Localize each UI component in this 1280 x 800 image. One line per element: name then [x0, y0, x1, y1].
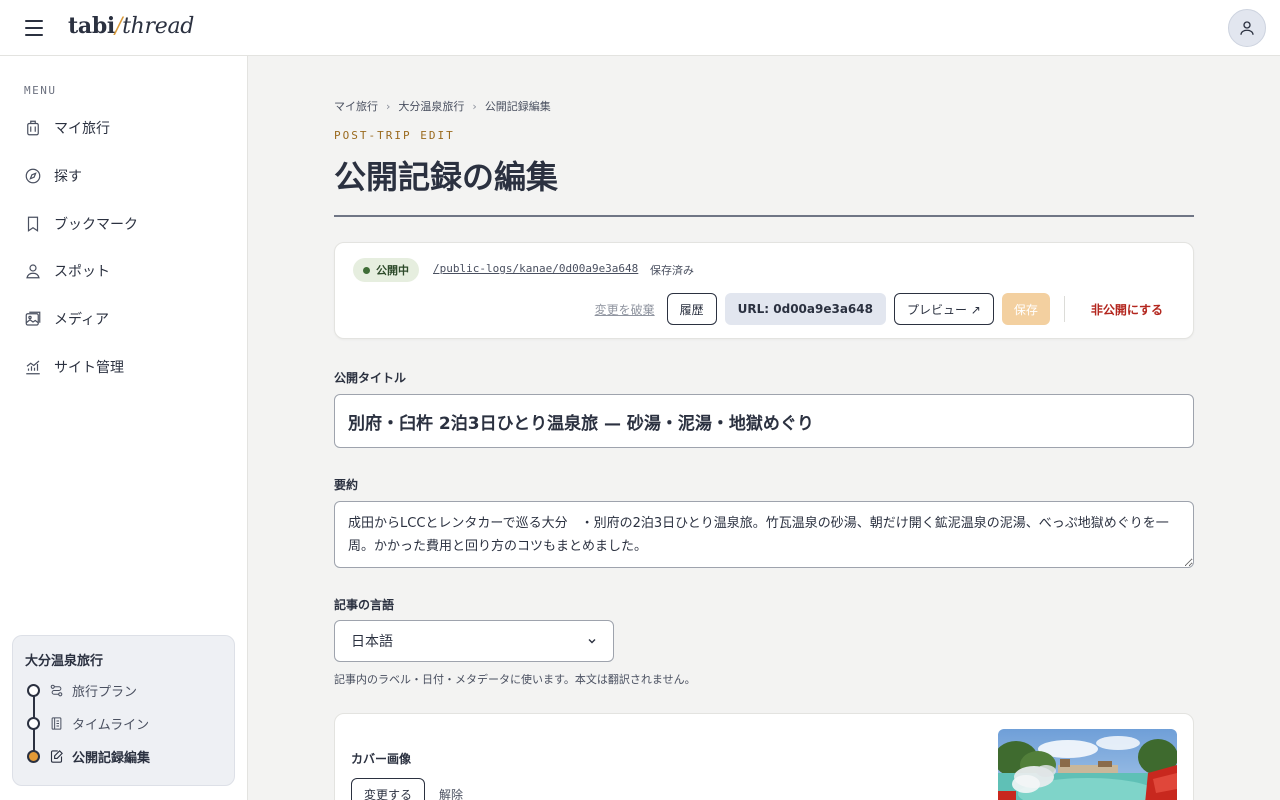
language-select-value: 日本語 [351, 634, 393, 650]
trip-step-timeline[interactable]: タイムライン [27, 713, 149, 733]
save-button[interactable]: 保存 [1001, 293, 1050, 325]
language-select[interactable]: 日本語 [334, 620, 614, 662]
top-bar: tabi/thread [0, 0, 1280, 56]
status-badge-label: 公開中 [376, 264, 409, 277]
cover-image-thumbnail[interactable] [998, 729, 1177, 800]
bookmark-icon [27, 216, 39, 232]
images-icon [25, 311, 41, 326]
change-cover-button[interactable]: 変更する [351, 778, 426, 800]
saved-state: 保存済み [650, 264, 694, 277]
trip-step-label: タイムライン [72, 717, 150, 733]
cover-image-label: カバー画像 [351, 752, 412, 766]
public-url-link[interactable]: /public-logs/kanae/0d00a9e3a648 [433, 262, 638, 275]
breadcrumb-separator: › [386, 99, 391, 113]
step-dot-active [27, 749, 40, 763]
history-button[interactable]: 履歴 [666, 293, 717, 325]
sidebar-item-label: スポット [54, 264, 110, 280]
breadcrumb: マイ旅行 › 大分温泉旅行 › 公開記録編集 [334, 98, 551, 114]
preview-button[interactable]: プレビュー ↗ [893, 293, 994, 325]
sidebar-item-label: ブックマーク [54, 217, 138, 233]
user-icon [1240, 21, 1254, 35]
sidebar-item-spots[interactable]: スポット [24, 257, 110, 285]
sidebar-item-site-admin[interactable]: サイト管理 [24, 353, 124, 381]
status-dot-icon [363, 266, 370, 274]
cover-image-card: カバー画像 変更する 解除 [334, 713, 1194, 800]
remove-cover-button[interactable]: 解除 [439, 786, 463, 800]
language-field-label: 記事の言語 [334, 598, 395, 612]
sidebar: MENU マイ旅行 探す ブックマーク スポット メディア サイト管理 大分温泉… [0, 56, 248, 800]
luggage-icon [27, 120, 39, 136]
action-bar: 変更を破棄 履歴 URL: 0d00a9e3a648 プレビュー ↗ 保存 非公… [591, 293, 1175, 325]
sidebar-item-label: マイ旅行 [54, 121, 110, 137]
chevron-down-icon [588, 639, 596, 644]
trip-step-label: 公開記録編集 [72, 750, 151, 766]
main-content: マイ旅行 › 大分温泉旅行 › 公開記録編集 POST-TRIP EDIT 公開… [248, 56, 1280, 800]
analytics-icon [26, 360, 40, 375]
copy-url-button[interactable]: URL: 0d00a9e3a648 [724, 293, 886, 325]
page-eyebrow: POST-TRIP EDIT [334, 129, 455, 142]
trip-title: 大分温泉旅行 [25, 654, 104, 669]
step-dot [27, 716, 40, 730]
timeline-icon [51, 716, 62, 730]
step-dot [27, 683, 40, 697]
summary-textarea[interactable]: 成田からLCCとレンタカーで巡る大分 ・別府の2泊3日ひとり温泉旅。竹瓦温泉の砂… [334, 501, 1194, 568]
user-avatar-button[interactable] [1228, 9, 1266, 47]
edit-doc-icon [50, 749, 63, 763]
sidebar-item-media[interactable]: メディア [24, 305, 109, 333]
sidebar-item-label: 探す [54, 169, 82, 185]
summary-field-label: 要約 [334, 478, 359, 492]
sidebar-item-explore[interactable]: 探す [24, 162, 82, 190]
title-field-label: 公開タイトル [334, 371, 407, 385]
public-title-input[interactable] [334, 394, 1194, 448]
unpublish-button[interactable]: 非公開にする [1079, 293, 1175, 325]
location-person-icon [26, 264, 40, 279]
trip-step-label: 旅行プラン [72, 684, 138, 700]
hamburger-menu-icon[interactable] [24, 18, 44, 38]
title-divider [334, 215, 1194, 217]
sidebar-item-bookmarks[interactable]: ブックマーク [24, 210, 138, 238]
sidebar-item-label: メディア [54, 312, 110, 328]
sidebar-item-my-trips[interactable]: マイ旅行 [24, 114, 110, 142]
compass-icon [25, 168, 41, 184]
status-badge: 公開中 [353, 258, 419, 282]
breadcrumb-item[interactable]: 大分温泉旅行 [398, 98, 464, 114]
breadcrumb-item[interactable]: マイ旅行 [334, 98, 378, 114]
breadcrumb-current: 公開記録編集 [484, 100, 551, 113]
trip-context-card: 大分温泉旅行 旅行プラン タイムライン 公開記録編集 [12, 635, 235, 786]
sidebar-item-label: サイト管理 [54, 360, 124, 376]
route-icon [50, 684, 63, 696]
action-divider [1063, 296, 1065, 322]
menu-heading: MENU [24, 84, 57, 97]
app-logo[interactable]: tabi/thread [68, 13, 194, 39]
hot-spring-photo [998, 729, 1177, 800]
discard-changes-button[interactable]: 変更を破棄 [591, 293, 659, 325]
trip-step-plan[interactable]: 旅行プラン [27, 680, 137, 700]
language-helper-text: 記事内のラベル・日付・メタデータに使います。本文は翻訳されません。 [334, 673, 696, 686]
trip-step-public-log-edit[interactable]: 公開記録編集 [27, 746, 150, 766]
publish-status-card: 公開中 /public-logs/kanae/0d00a9e3a648 保存済み… [334, 242, 1194, 339]
breadcrumb-separator: › [472, 99, 477, 113]
page-title: 公開記録の編集 [334, 158, 559, 196]
